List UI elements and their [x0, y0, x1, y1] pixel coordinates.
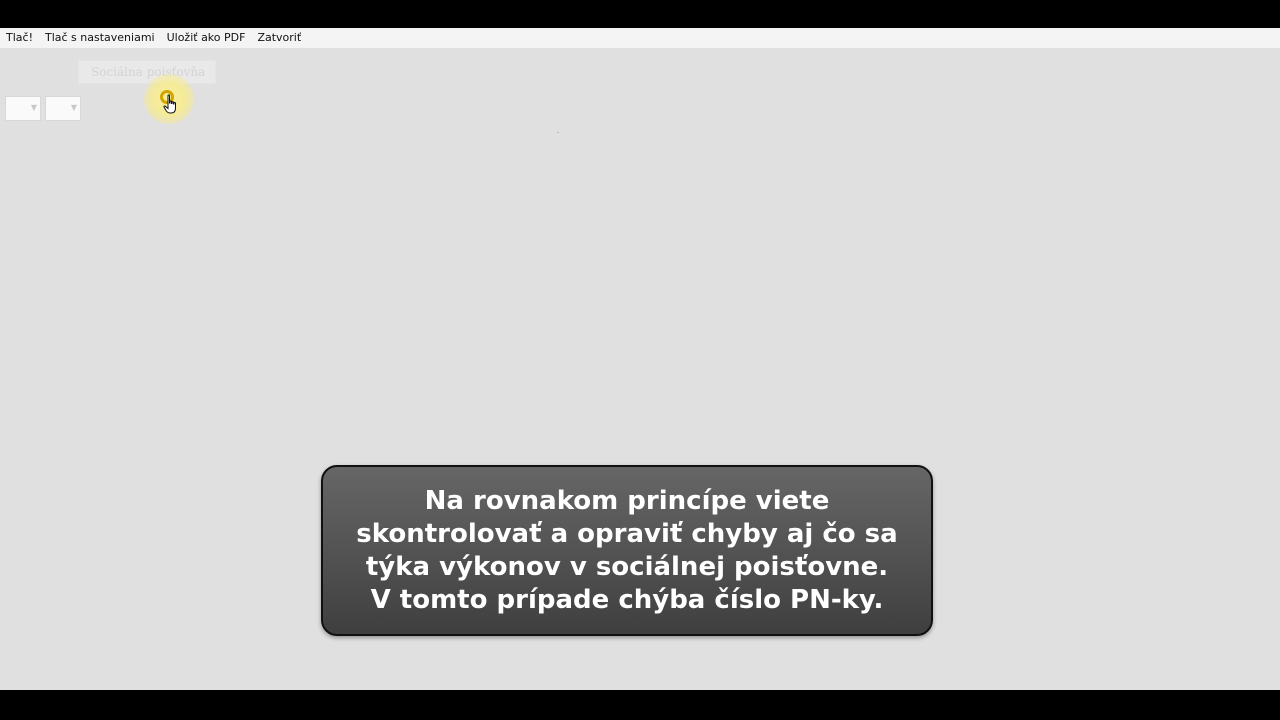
hand-pointer-icon: [163, 94, 176, 114]
menubar: Tlač! Tlač s nastaveniami Uložiť ako PDF…: [0, 28, 1280, 48]
menu-print-with-settings[interactable]: Tlač s nastaveniami: [39, 28, 161, 48]
cursor-highlight: [144, 74, 196, 126]
print-preview-window: Tlač! Tlač s nastaveniami Uložiť ako PDF…: [0, 28, 1280, 690]
screen: Tlač! Tlač s nastaveniami Uložiť ako PDF…: [0, 0, 1280, 720]
dropdown-1[interactable]: ▼: [5, 96, 41, 121]
caption-line-3: týka výkonov v sociálnej poisťovne.: [365, 551, 889, 582]
dropdown-2[interactable]: ▼: [45, 96, 81, 121]
menu-save-as-pdf[interactable]: Uložiť ako PDF: [161, 28, 252, 48]
artifact-dot: [557, 132, 559, 133]
caption-line-1: Na rovnakom princípe viete: [424, 485, 830, 516]
menu-print[interactable]: Tlač!: [0, 28, 39, 48]
caption-box: Na rovnakom princípe viete skontrolovať …: [321, 465, 933, 636]
chevron-down-icon: ▼: [30, 103, 37, 112]
caption-line-2: skontrolovať a opraviť chyby aj čo sa: [356, 518, 898, 549]
caption-line-4: V tomto prípade chýba číslo PN-ky.: [370, 584, 884, 615]
menu-close[interactable]: Zatvoriť: [251, 28, 307, 48]
chevron-down-icon: ▼: [70, 103, 77, 112]
